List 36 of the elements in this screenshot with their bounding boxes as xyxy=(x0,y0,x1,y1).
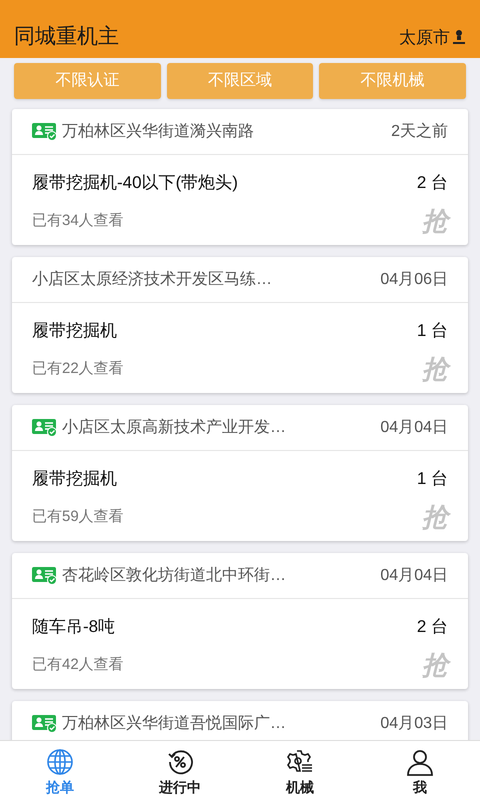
order-card[interactable]: 万柏林区兴华街道吾悦国际广… 04月03日 xyxy=(12,701,468,740)
post-time: 2天之前 xyxy=(391,122,448,142)
post-time: 04月04日 xyxy=(380,566,448,586)
machine-name: 履带挖掘机-40以下(带炮头) xyxy=(32,172,238,194)
address-text: 杏花岭区敦化坊街道北中环街… xyxy=(62,566,286,586)
app-title: 同城重机主 xyxy=(14,24,119,50)
globe-icon xyxy=(46,748,74,776)
percent-cycle-icon xyxy=(166,748,194,776)
view-count: 已有42人查看 xyxy=(32,654,124,675)
order-card[interactable]: 杏花岭区敦化坊街道北中环街… 04月04日 随车吊-8吨 2 台 已有42人查看 抢 xyxy=(12,553,468,689)
person-icon xyxy=(406,748,434,776)
address-text: 万柏林区兴华街道吾悦国际广… xyxy=(62,714,286,734)
tab-item[interactable]: 机械 xyxy=(240,741,360,800)
city-selector[interactable]: 太原市 xyxy=(399,24,466,50)
order-card[interactable]: 小店区太原经济技术开发区马练… 04月06日 履带挖掘机 1 台 已有22人查看 抢 xyxy=(12,257,468,393)
machine-name: 随车吊-8吨 xyxy=(32,616,116,638)
order-card[interactable]: 小店区太原高新技术产业开发… 04月04日 履带挖掘机 1 台 已有59人查看 抢 xyxy=(12,405,468,541)
machine-count: 2 台 xyxy=(416,172,448,194)
machine-count: 1 台 xyxy=(416,468,448,490)
view-count: 已有34人查看 xyxy=(32,210,124,231)
post-time: 04月04日 xyxy=(380,418,448,438)
address-text: 万柏林区兴华街道漪兴南路 xyxy=(62,122,254,142)
machine-count: 2 台 xyxy=(416,616,448,638)
machine-name: 履带挖掘机 xyxy=(32,468,117,490)
address-text: 小店区太原高新技术产业开发… xyxy=(62,418,286,438)
tab-item[interactable]: 抢单 xyxy=(0,741,120,800)
tab-item[interactable]: 进行中 xyxy=(120,741,240,800)
machine-name: 履带挖掘机 xyxy=(32,320,117,342)
order-card[interactable]: 万柏林区兴华街道漪兴南路 2天之前 履带挖掘机-40以下(带炮头) 2 台 已有34人查看 抢 xyxy=(12,109,468,245)
address-text: 小店区太原经济技术开发区马练… xyxy=(32,270,272,290)
machine-count: 1 台 xyxy=(416,320,448,342)
post-time: 04月03日 xyxy=(380,714,448,734)
post-time: 04月06日 xyxy=(380,270,448,290)
view-count: 已有22人查看 xyxy=(32,358,124,379)
view-count: 已有59人查看 xyxy=(32,506,124,527)
tab-item[interactable]: 我 xyxy=(360,741,480,800)
